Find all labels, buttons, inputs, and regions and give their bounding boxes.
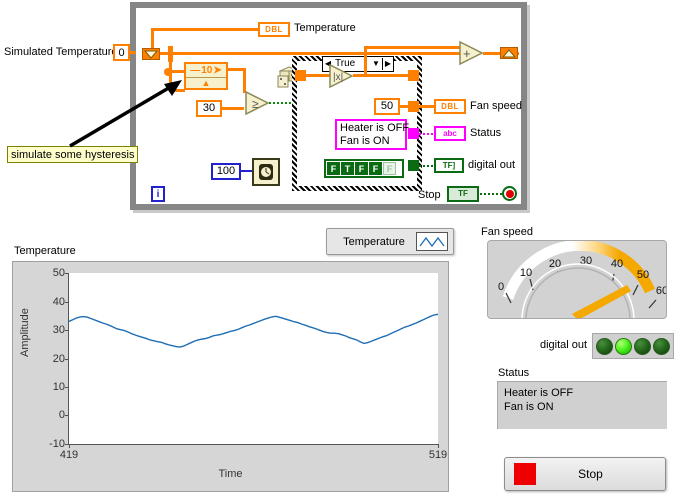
simulated-temperature-value: 0: [118, 47, 125, 59]
stop-wire: [480, 193, 504, 195]
stop-terminal-label: Stop: [418, 189, 441, 201]
wire-junction: [168, 46, 173, 62]
stop-button-label: Stop: [578, 467, 603, 481]
bool-cell[interactable]: F: [369, 162, 382, 175]
chart-waveform: [69, 273, 438, 444]
chart-plot-area[interactable]: 50 40 30 20 10 0 -10 419 519: [49, 267, 447, 461]
select-icon: ▲: [201, 78, 211, 88]
chart-x-axis-label: Time: [218, 468, 243, 480]
chevron-down-icon[interactable]: ▼: [370, 58, 382, 70]
gauge-tick-40: 40: [611, 258, 623, 270]
gauge-dial: 0 10 20 30 40 50 60: [498, 241, 667, 318]
fan-speed-gauge[interactable]: 0 10 20 30 40 50 60: [487, 240, 667, 319]
chart-legend[interactable]: Temperature: [326, 228, 454, 255]
loop-stop-icon[interactable]: [502, 186, 517, 201]
digital-out-indicator-label: digital out: [468, 159, 516, 171]
legend-plot-style-icon[interactable]: [416, 232, 448, 251]
status-textbox[interactable]: Heater is OFF Fan is ON: [497, 381, 667, 429]
led-indicator[interactable]: [634, 337, 651, 355]
wire-segment: [364, 46, 367, 75]
case-input-tunnel: [295, 70, 306, 81]
stop-control-terminal[interactable]: TF: [447, 186, 479, 202]
digital-out-array-constant[interactable]: F T F F F: [324, 159, 404, 178]
y-tick-label: 20: [52, 352, 65, 365]
svg-text:≥: ≥: [252, 97, 259, 111]
chart-y-axis-label: Amplitude: [19, 308, 31, 357]
shift-register-left-icon: [142, 48, 160, 60]
temperature-indicator-label: Temperature: [294, 22, 356, 34]
led-indicator[interactable]: [596, 337, 613, 355]
status-indicator[interactable]: abc: [434, 126, 466, 141]
x-tick-label: 519: [428, 449, 448, 461]
digital-out-indicator[interactable]: TF]: [434, 158, 464, 173]
fan-speed-indicator-label: Fan speed: [470, 100, 522, 112]
stop-button[interactable]: Stop: [504, 457, 666, 491]
simulated-temperature-label: Simulated Temperature: [4, 46, 118, 58]
loop-index-terminal[interactable]: i: [151, 186, 165, 202]
wait-ms-constant[interactable]: 100: [211, 163, 241, 180]
gauge-tick-50: 50: [637, 269, 649, 281]
gauge-label: Fan speed: [481, 226, 533, 238]
add-icon[interactable]: +: [458, 40, 484, 66]
wire-segment: [130, 51, 136, 54]
threshold-constant[interactable]: 30: [196, 100, 222, 117]
wire-segment: [400, 105, 411, 108]
gauge-tick-60: 60: [656, 285, 667, 297]
bool-cell[interactable]: T: [341, 162, 354, 175]
hysteresis-value: 10: [201, 65, 213, 76]
terminal-type-label: TF: [458, 189, 468, 198]
y-tick-label: 10: [52, 381, 65, 393]
status-label: Status: [498, 367, 530, 379]
wire-segment: [151, 28, 261, 31]
wire-segment: [364, 46, 460, 49]
legend-series-label: Temperature: [343, 235, 405, 248]
digital-out-label: digital out: [540, 339, 588, 351]
annotation-arrow-icon: [69, 80, 182, 148]
led-indicator[interactable]: [615, 337, 632, 355]
indicator-type-label: DBL: [441, 102, 459, 111]
digital-out-led-array[interactable]: [592, 333, 674, 359]
y-tick-label: 30: [52, 323, 65, 336]
svg-text:+: +: [463, 46, 471, 61]
greater-than-icon[interactable]: ≥: [244, 90, 270, 116]
chart-title: Temperature: [14, 245, 76, 257]
status-tunnel: [408, 128, 419, 139]
status-string-constant[interactable]: Heater is OFF Fan is ON: [335, 119, 409, 150]
y-tick-label: 50: [52, 267, 65, 279]
wire-segment: [151, 28, 154, 48]
temperature-chart[interactable]: Amplitude 50 40 30 20 10 0 -10 419 519 T…: [12, 261, 449, 492]
wire-segment: [353, 74, 411, 77]
bool-cell[interactable]: F: [355, 162, 368, 175]
wait-timer-icon[interactable]: [252, 158, 280, 186]
wait-ms-value: 100: [216, 165, 236, 177]
wire-segment: [419, 105, 435, 108]
bool-cell[interactable]: F: [383, 162, 396, 175]
subtract-hysteresis-node[interactable]: —10 ➤ ▲: [184, 62, 228, 90]
status-indicator-label: Status: [470, 127, 502, 139]
stop-square-icon: [514, 463, 536, 485]
y-tick-label: 40: [52, 295, 65, 308]
bool-cell[interactable]: F: [327, 162, 340, 175]
threshold-value: 30: [202, 102, 216, 114]
gauge-tick-10: 10: [520, 267, 532, 279]
digital-out-tunnel: [408, 160, 419, 171]
fan-speed-indicator[interactable]: DBL: [434, 99, 466, 114]
svg-text:|x|: |x|: [333, 72, 343, 83]
indicator-type-label: TF]: [442, 161, 456, 170]
absolute-value-icon[interactable]: |x|: [328, 63, 354, 89]
simulated-temperature-constant[interactable]: 0: [113, 44, 130, 61]
indicator-type-label: abc: [443, 129, 457, 138]
fan-speed-value: 50: [380, 100, 394, 112]
gauge-tick-0: 0: [498, 281, 504, 293]
shift-register-right-icon: [500, 47, 518, 59]
temperature-indicator[interactable]: DBL: [258, 22, 290, 37]
wire-segment: [306, 74, 330, 77]
led-indicator[interactable]: [653, 337, 670, 355]
fan-speed-constant[interactable]: 50: [374, 98, 400, 115]
indicator-type-label: DBL: [265, 25, 283, 34]
wire-segment: [160, 52, 470, 55]
wire-segment: [222, 107, 244, 110]
x-tick-label: 419: [59, 449, 79, 461]
case-next-arrow-icon[interactable]: ▶: [382, 58, 393, 70]
